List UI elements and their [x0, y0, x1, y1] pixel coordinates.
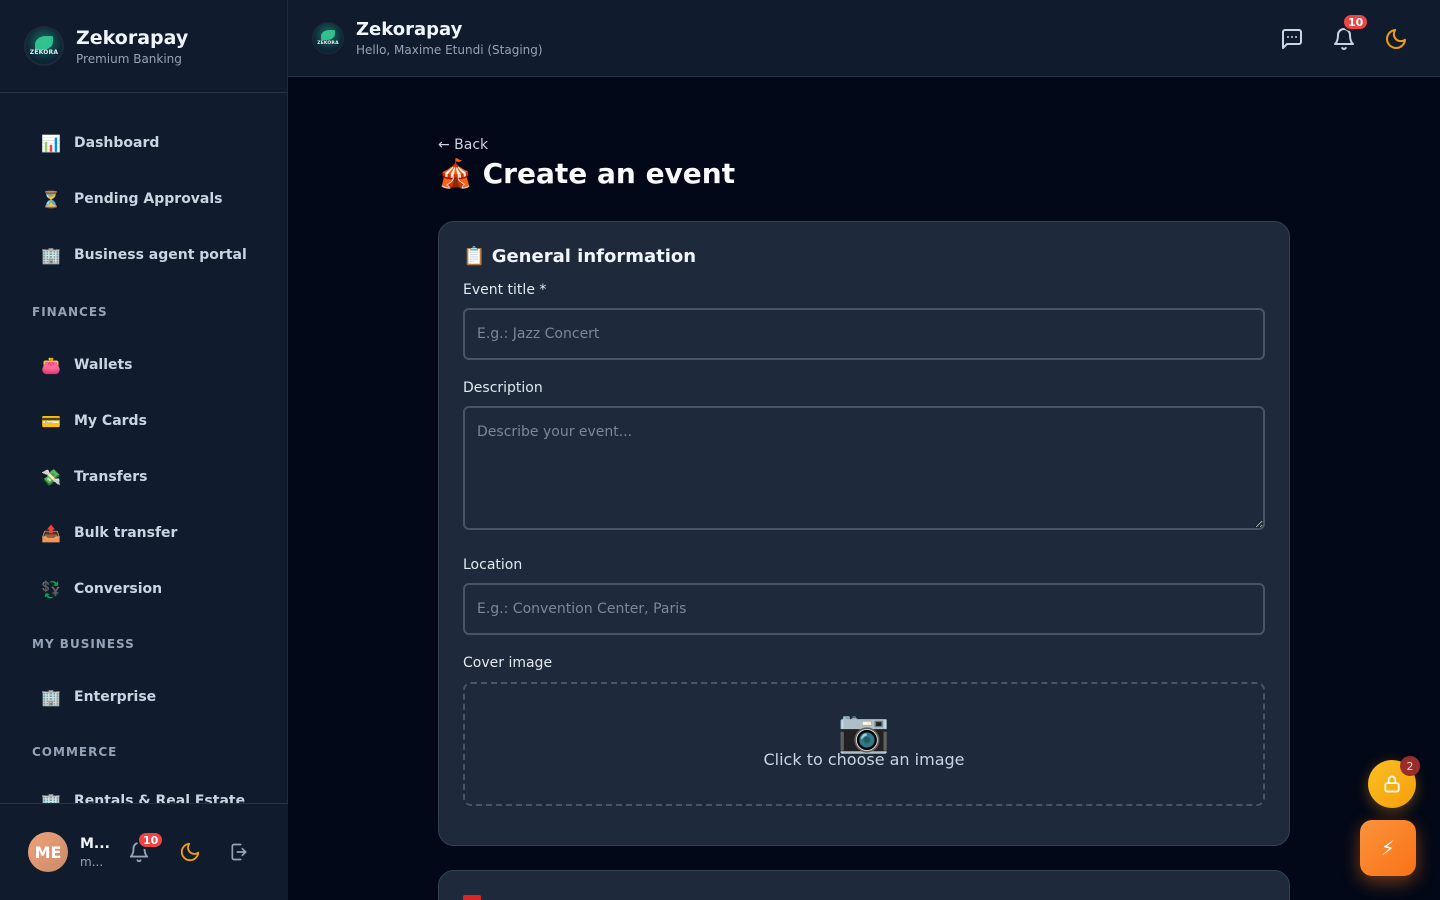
sidebar-item-label: Bulk transfer: [74, 525, 178, 541]
brand-logo: ZEKORA: [24, 26, 64, 66]
sidebar-item-label: Conversion: [74, 581, 163, 597]
page-title: 🎪 Create an event: [438, 157, 735, 190]
hourglass-icon: ⏳: [41, 189, 61, 209]
quick-action-button[interactable]: ⚡: [1360, 820, 1416, 876]
sidebar-footer: ME M... m... 10: [0, 803, 288, 900]
sidebar-item-wallets[interactable]: 👛 Wallets: [0, 337, 288, 393]
sidebar-item-pending-approvals[interactable]: ⏳ Pending Approvals: [0, 171, 288, 227]
event-title-label: Event title *: [463, 282, 547, 298]
header-logo: ZEKORA: [312, 22, 344, 54]
next-section-card: [438, 870, 1290, 900]
chat-icon[interactable]: [1280, 27, 1304, 51]
sidebar-item-label: Business agent portal: [74, 247, 247, 263]
credit-card-icon: 💳: [41, 411, 61, 431]
moon-icon[interactable]: [1384, 27, 1408, 51]
page-title-text: Create an event: [482, 157, 736, 190]
calendar-icon: [463, 895, 481, 900]
sidebar-item-label: Transfers: [74, 469, 148, 485]
header-greeting: Hello, Maxime Etundi (Staging): [356, 43, 543, 57]
avatar[interactable]: ME: [28, 832, 68, 872]
dropzone-text: Click to choose an image: [763, 750, 965, 769]
description-label: Description: [463, 380, 543, 396]
event-title-input[interactable]: [463, 308, 1265, 360]
nav-section-finances: FINANCES: [32, 305, 108, 319]
moon-icon[interactable]: [179, 841, 201, 863]
location-label: Location: [463, 557, 523, 573]
brand-subtitle: Premium Banking: [76, 52, 182, 66]
brand[interactable]: ZEKORA Zekorapay Premium Banking: [0, 0, 287, 93]
sidebar-item-enterprise[interactable]: 🏢 Enterprise: [0, 669, 288, 725]
cover-image-label: Cover image: [463, 655, 553, 671]
card-title: 📋 General information: [463, 246, 697, 267]
cover-image-dropzone[interactable]: 📷 Click to choose an image: [463, 682, 1265, 806]
sidebar: ZEKORA Zekorapay Premium Banking 📊 Dashb…: [0, 0, 288, 900]
notification-badge: 10: [1342, 13, 1370, 31]
sidebar-item-dashboard[interactable]: 📊 Dashboard: [0, 115, 288, 171]
back-link[interactable]: ← Back: [438, 137, 488, 153]
user-info[interactable]: M... m...: [80, 836, 114, 869]
main-content: ← Back 🎪 Create an event 📋 General infor…: [288, 77, 1440, 900]
location-input[interactable]: [463, 583, 1265, 635]
camera-icon: 📷: [837, 706, 891, 755]
money-wings-icon: 💸: [41, 467, 61, 487]
sidebar-item-transfers[interactable]: 💸 Transfers: [0, 449, 288, 505]
description-textarea[interactable]: [463, 406, 1265, 530]
outbox-tray-icon: 📤: [41, 523, 61, 543]
sidebar-item-label: Enterprise: [74, 689, 157, 705]
sidebar-item-business-agent-portal[interactable]: 🏢 Business agent portal: [0, 227, 288, 283]
lightning-icon: ⚡: [1380, 836, 1396, 860]
top-header: ZEKORA Zekorapay Hello, Maxime Etundi (S…: [288, 0, 1440, 77]
sidebar-item-conversion[interactable]: 💱 Conversion: [0, 561, 288, 617]
purse-icon: 👛: [41, 355, 61, 375]
chart-icon: 📊: [41, 133, 61, 153]
sidebar-item-label: Wallets: [74, 357, 133, 373]
building-icon: 🏢: [41, 687, 61, 707]
user-name: M...: [80, 835, 110, 852]
nav-section-my-business: MY BUSINESS: [32, 637, 135, 651]
lock-icon: [1384, 775, 1400, 793]
sidebar-item-my-cards[interactable]: 💳 My Cards: [0, 393, 288, 449]
sidebar-item-label: Pending Approvals: [74, 191, 223, 207]
nav-section-commerce: COMMERCE: [32, 745, 118, 759]
clipboard-icon: 📋: [463, 246, 486, 267]
user-email: m...: [80, 854, 104, 869]
currency-exchange-icon: 💱: [41, 579, 61, 599]
sidebar-item-label: My Cards: [74, 413, 147, 429]
sidebar-item-bulk-transfer[interactable]: 📤 Bulk transfer: [0, 505, 288, 561]
general-information-card: 📋 General information Event title * Desc…: [438, 221, 1290, 846]
header-title: Zekorapay: [356, 19, 463, 40]
logout-icon[interactable]: [229, 842, 249, 862]
sidebar-nav: 📊 Dashboard ⏳ Pending Approvals 🏢 Busine…: [0, 115, 288, 825]
notification-badge: 10: [137, 831, 165, 849]
circus-tent-icon: 🎪: [438, 157, 473, 190]
sidebar-item-label: Dashboard: [74, 135, 160, 151]
lock-badge: 2: [1400, 756, 1420, 776]
building-icon: 🏢: [41, 245, 61, 265]
brand-name: Zekorapay: [76, 27, 189, 49]
